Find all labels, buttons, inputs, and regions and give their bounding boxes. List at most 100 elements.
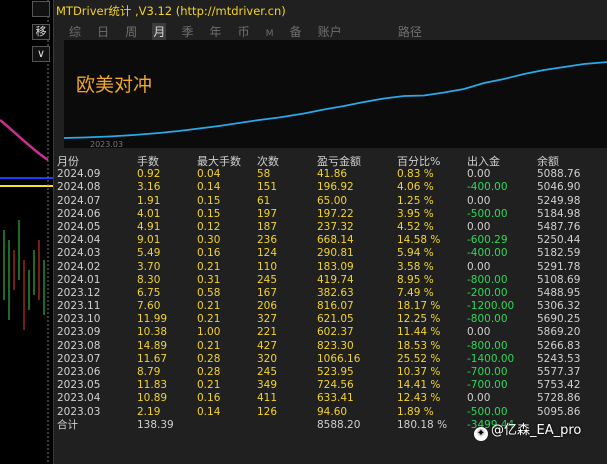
cell-deposit: 0.00 (467, 326, 491, 339)
table-row: 2024.09 0.92 0.04 58 41.86 0.83 % 0.00 5088.76 (57, 168, 607, 181)
cell-deposit: -200.00 (467, 286, 508, 299)
cell-balance: 5182.59 (537, 247, 581, 260)
cell-profit: 382.63 (317, 286, 354, 299)
equity-curve-svg (64, 61, 607, 139)
cell-trades: 320 (257, 352, 278, 365)
cell-profit: 823.30 (317, 339, 354, 352)
cell-month: 2024.06 (57, 207, 101, 220)
cell-max-lots: 0.15 (197, 207, 221, 220)
table-row: 2023.10 11.99 0.21 327 621.05 12.25 % -800.00 5… (57, 313, 607, 326)
cell-percent: 3.95 % (397, 207, 434, 220)
total-label: 合计 (57, 418, 78, 431)
cell-deposit: -1400.00 (467, 352, 515, 365)
tab-day[interactable]: 日 (96, 23, 110, 41)
cell-month: 2024.04 (57, 234, 101, 247)
cell-lots: 8.30 (137, 273, 161, 286)
table-row: 2024.03 5.49 0.16 124 290.81 5.94 % -400.00 518… (57, 247, 607, 260)
cell-percent: 12.25 % (397, 313, 441, 326)
cell-max-lots: 0.28 (197, 366, 221, 378)
tab-week[interactable]: 周 (124, 23, 138, 41)
cell-profit: 621.05 (317, 313, 354, 326)
cell-month: 2024.01 (57, 273, 101, 286)
total-percent: 180.18 % (397, 418, 448, 431)
table-row: 2023.09 10.38 1.00 221 602.37 11.44 % 0.00 5869… (57, 326, 607, 339)
tab-currency[interactable]: 币 (237, 23, 251, 41)
panel-title: MTDriver统计 ,V3.12 (http://mtdriver.cn) (56, 4, 286, 18)
header-percent: 百分比% (397, 155, 441, 168)
tab-quarter[interactable]: 季 (180, 23, 194, 41)
table-header: 月份 手数 最大手数 次数 盈亏金额 百分比% 出入金 余额 (57, 155, 607, 168)
cell-trades: 221 (257, 326, 278, 339)
cell-balance: 5306.32 (537, 300, 581, 313)
cell-trades: 167 (257, 286, 278, 299)
tab-path[interactable]: 路径 (397, 23, 423, 41)
cell-max-lots: 0.58 (197, 286, 221, 299)
cell-month: 2023.06 (57, 366, 101, 378)
cell-trades: 187 (257, 220, 278, 233)
cell-max-lots: 0.12 (197, 220, 221, 233)
chart-left-toolbar: 移 ∨ (30, 0, 50, 464)
cell-month: 2023.04 (57, 392, 101, 405)
tab-account[interactable]: 账户 (317, 23, 343, 41)
total-profit: 8588.20 (317, 418, 361, 431)
cell-max-lots: 0.21 (197, 300, 221, 313)
cell-deposit: -800.00 (467, 273, 508, 286)
cell-deposit: -800.00 (467, 339, 508, 352)
cell-month: 2024.09 (57, 168, 101, 181)
toolbar-top-button[interactable] (32, 1, 50, 17)
cell-lots: 0.92 (137, 168, 161, 181)
cell-max-lots: 0.16 (197, 247, 221, 260)
weibo-logo-icon: ✦ (474, 427, 488, 441)
cell-trades: 349 (257, 379, 278, 392)
move-button[interactable]: 移 (32, 24, 50, 40)
collapse-button[interactable]: ∨ (32, 46, 50, 62)
cell-balance: 5728.86 (537, 392, 581, 405)
cell-deposit: 0.00 (467, 220, 491, 233)
chart-start-label: 2023.03 (90, 140, 124, 149)
tab-year[interactable]: 年 (209, 23, 223, 41)
cell-percent: 18.17 % (397, 300, 441, 313)
table-row: 2024.02 3.70 0.21 110 183.09 3.58 % 0.00 5291.7… (57, 261, 607, 274)
table-row: 2024.04 9.01 0.30 236 668.14 14.58 % -600.29 52… (57, 234, 607, 247)
header-trades: 次数 (257, 155, 279, 168)
cell-month: 2024.08 (57, 181, 101, 194)
cell-lots: 1.91 (137, 194, 161, 207)
cell-trades: 245 (257, 366, 278, 378)
cell-max-lots: 0.21 (197, 379, 221, 392)
cell-max-lots: 0.16 (197, 392, 221, 405)
cell-percent: 4.06 % (397, 181, 434, 194)
cell-profit: 668.14 (317, 234, 354, 247)
cell-lots: 11.67 (137, 352, 168, 365)
cell-balance: 5753.42 (537, 379, 581, 392)
tab-backup[interactable]: 备 (289, 23, 303, 41)
cell-deposit: 0.00 (467, 260, 491, 273)
cell-profit: 183.09 (317, 260, 354, 273)
cell-trades: 245 (257, 273, 278, 286)
cell-month: 2023.12 (57, 286, 101, 299)
cell-deposit: 0.00 (467, 392, 491, 405)
cell-max-lots: 0.14 (197, 405, 221, 418)
watermark: ✦ @亿森_EA_pro (474, 419, 581, 441)
tab-month[interactable]: 月 (152, 23, 167, 41)
cell-trades: 411 (257, 392, 278, 405)
cell-profit: 290.81 (317, 247, 354, 260)
cell-trades: 126 (257, 405, 278, 418)
cell-profit: 602.37 (317, 326, 354, 339)
cell-lots: 3.70 (137, 260, 161, 273)
cell-deposit: 0.00 (467, 194, 491, 207)
tab-summary[interactable]: 综 (68, 23, 82, 41)
cell-percent: 8.95 % (397, 273, 434, 286)
cell-balance: 5487.76 (537, 220, 581, 233)
cell-percent: 12.43 % (397, 392, 441, 405)
cell-trades: 124 (257, 247, 278, 260)
header-deposit: 出入金 (467, 155, 500, 168)
cell-deposit: -700.00 (467, 379, 508, 392)
cell-balance: 5095.86 (537, 405, 581, 418)
cell-balance: 5291.78 (537, 260, 581, 273)
table-row: 2023.05 11.83 0.21 349 724.56 14.41 % -700.00 5… (57, 379, 607, 392)
cell-deposit: -400.00 (467, 247, 508, 260)
cell-percent: 1.25 % (397, 194, 434, 207)
header-month: 月份 (57, 155, 79, 168)
cell-percent: 0.83 % (397, 168, 434, 181)
cell-trades: 427 (257, 339, 278, 352)
